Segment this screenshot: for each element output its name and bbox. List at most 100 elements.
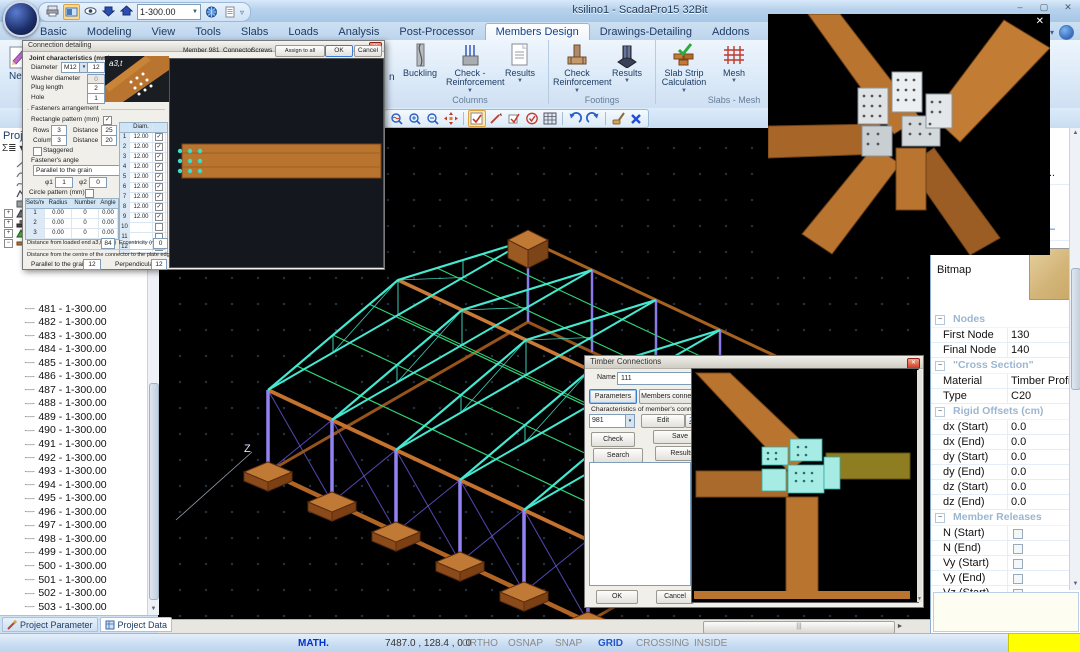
tree-member-item[interactable]: ·—·495 - 1-300.00 bbox=[24, 492, 107, 505]
tree-member-item[interactable]: ·—·483 - 1-300.00 bbox=[24, 329, 107, 342]
zoom-window-icon[interactable] bbox=[389, 111, 405, 126]
scroll-right-icon[interactable]: ► bbox=[894, 621, 906, 632]
ok-button[interactable]: OK bbox=[596, 590, 638, 604]
qat-customize-icon[interactable]: ▿ bbox=[240, 8, 244, 17]
section-header-member-releases[interactable]: −Member Releases bbox=[931, 510, 1080, 526]
diam-row-checkbox[interactable]: ✓ bbox=[155, 163, 163, 171]
diam-row-checkbox[interactable] bbox=[155, 223, 163, 231]
properties-vscrollbar[interactable]: ▲ ▼ bbox=[1069, 128, 1080, 590]
app-orb-button[interactable] bbox=[3, 1, 39, 37]
diam-row-checkbox[interactable]: ✓ bbox=[155, 213, 163, 221]
collapse-icon[interactable]: − bbox=[4, 239, 13, 248]
tab-slabs[interactable]: Slabs bbox=[231, 24, 279, 40]
circle-pattern-checkbox[interactable] bbox=[85, 189, 94, 198]
results-button[interactable]: Results▼ bbox=[603, 42, 651, 85]
tree-member-item[interactable]: ·—·494 - 1-300.00 bbox=[24, 478, 107, 491]
check-circle-icon[interactable] bbox=[524, 111, 540, 126]
undo-icon[interactable] bbox=[567, 111, 583, 126]
tree-member-item[interactable]: ·—·482 - 1-300.00 bbox=[24, 316, 107, 329]
section-header-nodes[interactable]: −Nodes bbox=[931, 312, 1080, 328]
sigma-tool-icon[interactable]: Σ≣ ▾ bbox=[2, 143, 24, 154]
cancel-button[interactable]: Cancel bbox=[354, 45, 382, 57]
parallel-field[interactable]: 12 bbox=[83, 259, 101, 270]
export-arrow-icon[interactable] bbox=[119, 4, 134, 18]
slab-strip-calculation-button[interactable]: Slab Strip Calculation▼ bbox=[660, 42, 708, 94]
rect-pattern-checkbox[interactable]: ✓ bbox=[103, 116, 112, 125]
tree-member-item[interactable]: ·—·485 - 1-300.00 bbox=[24, 356, 107, 369]
property-row[interactable]: First Node130 bbox=[931, 328, 1080, 343]
property-row[interactable]: dz (End)0.0 bbox=[931, 495, 1080, 510]
diam-row-checkbox[interactable]: ✓ bbox=[155, 153, 163, 161]
grid-table-icon[interactable] bbox=[542, 111, 558, 126]
results-list[interactable] bbox=[589, 462, 691, 586]
tree-member-item[interactable]: ·—·498 - 1-300.00 bbox=[24, 532, 107, 545]
collapse-icon[interactable]: − bbox=[935, 407, 945, 417]
tab-members-design[interactable]: Members Design bbox=[485, 23, 590, 40]
tree-member-item[interactable]: ·—·492 - 1-300.00 bbox=[24, 451, 107, 464]
diameter-combo[interactable]: M12▾ bbox=[61, 62, 89, 73]
perpendicular-field[interactable]: 12 bbox=[151, 259, 167, 270]
tree-member-item[interactable]: ·—·496 - 1-300.00 bbox=[24, 505, 107, 518]
circle-pattern-table[interactable]: Sets/noRadiusNumberAngle10.0000.0020.000… bbox=[25, 198, 119, 240]
tree-member-item[interactable]: ·—·503 - 1-300.00 bbox=[24, 600, 107, 613]
phi1-field[interactable]: 1 bbox=[55, 177, 73, 188]
column-distance-field[interactable]: 20 bbox=[101, 135, 117, 146]
scroll-up-icon[interactable]: ▲ bbox=[1070, 128, 1080, 139]
globe-icon[interactable] bbox=[204, 5, 219, 19]
preview-icon[interactable] bbox=[63, 4, 80, 20]
redo-icon[interactable] bbox=[585, 111, 601, 126]
eccentricity-field[interactable]: 0 bbox=[153, 238, 168, 249]
tree-member-item[interactable]: ·—·501 - 1-300.00 bbox=[24, 573, 107, 586]
ok-button[interactable]: OK bbox=[325, 45, 353, 57]
property-row[interactable]: dy (Start)0.0 bbox=[931, 450, 1080, 465]
tree-member-item[interactable]: ·—·489 - 1-300.00 bbox=[24, 410, 107, 423]
parameters-button[interactable]: Parameters bbox=[589, 389, 637, 404]
property-row[interactable]: dz (Start)0.0 bbox=[931, 480, 1080, 495]
diam-row-checkbox[interactable]: ✓ bbox=[155, 193, 163, 201]
release-checkbox[interactable] bbox=[1013, 574, 1023, 584]
delete-x-icon[interactable] bbox=[628, 111, 644, 126]
diam-row-checkbox[interactable]: ✓ bbox=[155, 133, 163, 141]
property-row[interactable]: MaterialTimber Profi... bbox=[931, 374, 1080, 389]
close-inset-icon[interactable]: ✕ bbox=[1036, 16, 1044, 27]
cancel-button[interactable]: Cancel bbox=[656, 590, 694, 604]
release-checkbox[interactable] bbox=[1013, 559, 1023, 569]
check-button[interactable]: Check bbox=[591, 432, 635, 447]
notes-icon[interactable] bbox=[222, 5, 237, 19]
tab-tools[interactable]: Tools bbox=[185, 24, 231, 40]
diam-row-checkbox[interactable]: ✓ bbox=[155, 203, 163, 211]
check-reinforcement-button[interactable]: Check Reinforcement▼ bbox=[553, 42, 601, 94]
status-toggle-crossing[interactable]: CROSSING bbox=[636, 638, 689, 649]
status-toggle-ortho[interactable]: ORTHO bbox=[462, 638, 498, 649]
pan-icon[interactable] bbox=[443, 111, 459, 126]
mesh-button[interactable]: Mesh▼ bbox=[710, 42, 758, 85]
properties-scroll-thumb[interactable] bbox=[1071, 268, 1080, 390]
status-toggle-osnap[interactable]: OSNAP bbox=[508, 638, 543, 649]
eye-icon[interactable] bbox=[83, 4, 98, 18]
property-row[interactable]: Final Node140 bbox=[931, 343, 1080, 358]
panel-tab-project-data[interactable]: Project Data bbox=[100, 617, 173, 632]
section-header-cross-section[interactable]: −"Cross Section" bbox=[931, 358, 1080, 374]
hole-field[interactable]: 1 bbox=[87, 93, 105, 104]
tab-analysis[interactable]: Analysis bbox=[328, 24, 389, 40]
diameter-table[interactable]: Diam.112.00✓212.00✓312.00✓412.00✓512.00✓… bbox=[119, 122, 168, 254]
expand-icon[interactable]: + bbox=[4, 209, 13, 218]
tree-member-item[interactable]: ·—·491 - 1-300.00 bbox=[24, 438, 107, 451]
phi2-field[interactable]: 0 bbox=[89, 177, 107, 188]
close-button[interactable]: ✕ bbox=[1060, 2, 1076, 13]
tab-view[interactable]: View bbox=[142, 24, 186, 40]
name-field[interactable]: 111 bbox=[617, 372, 692, 385]
property-row[interactable]: dx (End)0.0 bbox=[931, 435, 1080, 450]
tree-member-item[interactable]: ·—·502 - 1-300.00 bbox=[24, 587, 107, 600]
scroll-down-icon[interactable]: ▼ bbox=[148, 604, 159, 615]
status-toggle-grid[interactable]: GRID bbox=[598, 638, 623, 649]
search-button[interactable]: Search bbox=[593, 448, 643, 463]
expand-icon[interactable]: + bbox=[4, 219, 13, 228]
tree-member-item[interactable]: ·—·493 - 1-300.00 bbox=[24, 465, 107, 478]
zoom-in-icon[interactable] bbox=[407, 111, 423, 126]
collapse-icon[interactable]: − bbox=[935, 315, 945, 325]
tab-modeling[interactable]: Modeling bbox=[77, 24, 142, 40]
collapse-icon[interactable]: − bbox=[935, 513, 945, 523]
tab-drawings-detailing[interactable]: Drawings-Detailing bbox=[590, 24, 702, 40]
maximize-button[interactable]: ▢ bbox=[1036, 2, 1052, 13]
